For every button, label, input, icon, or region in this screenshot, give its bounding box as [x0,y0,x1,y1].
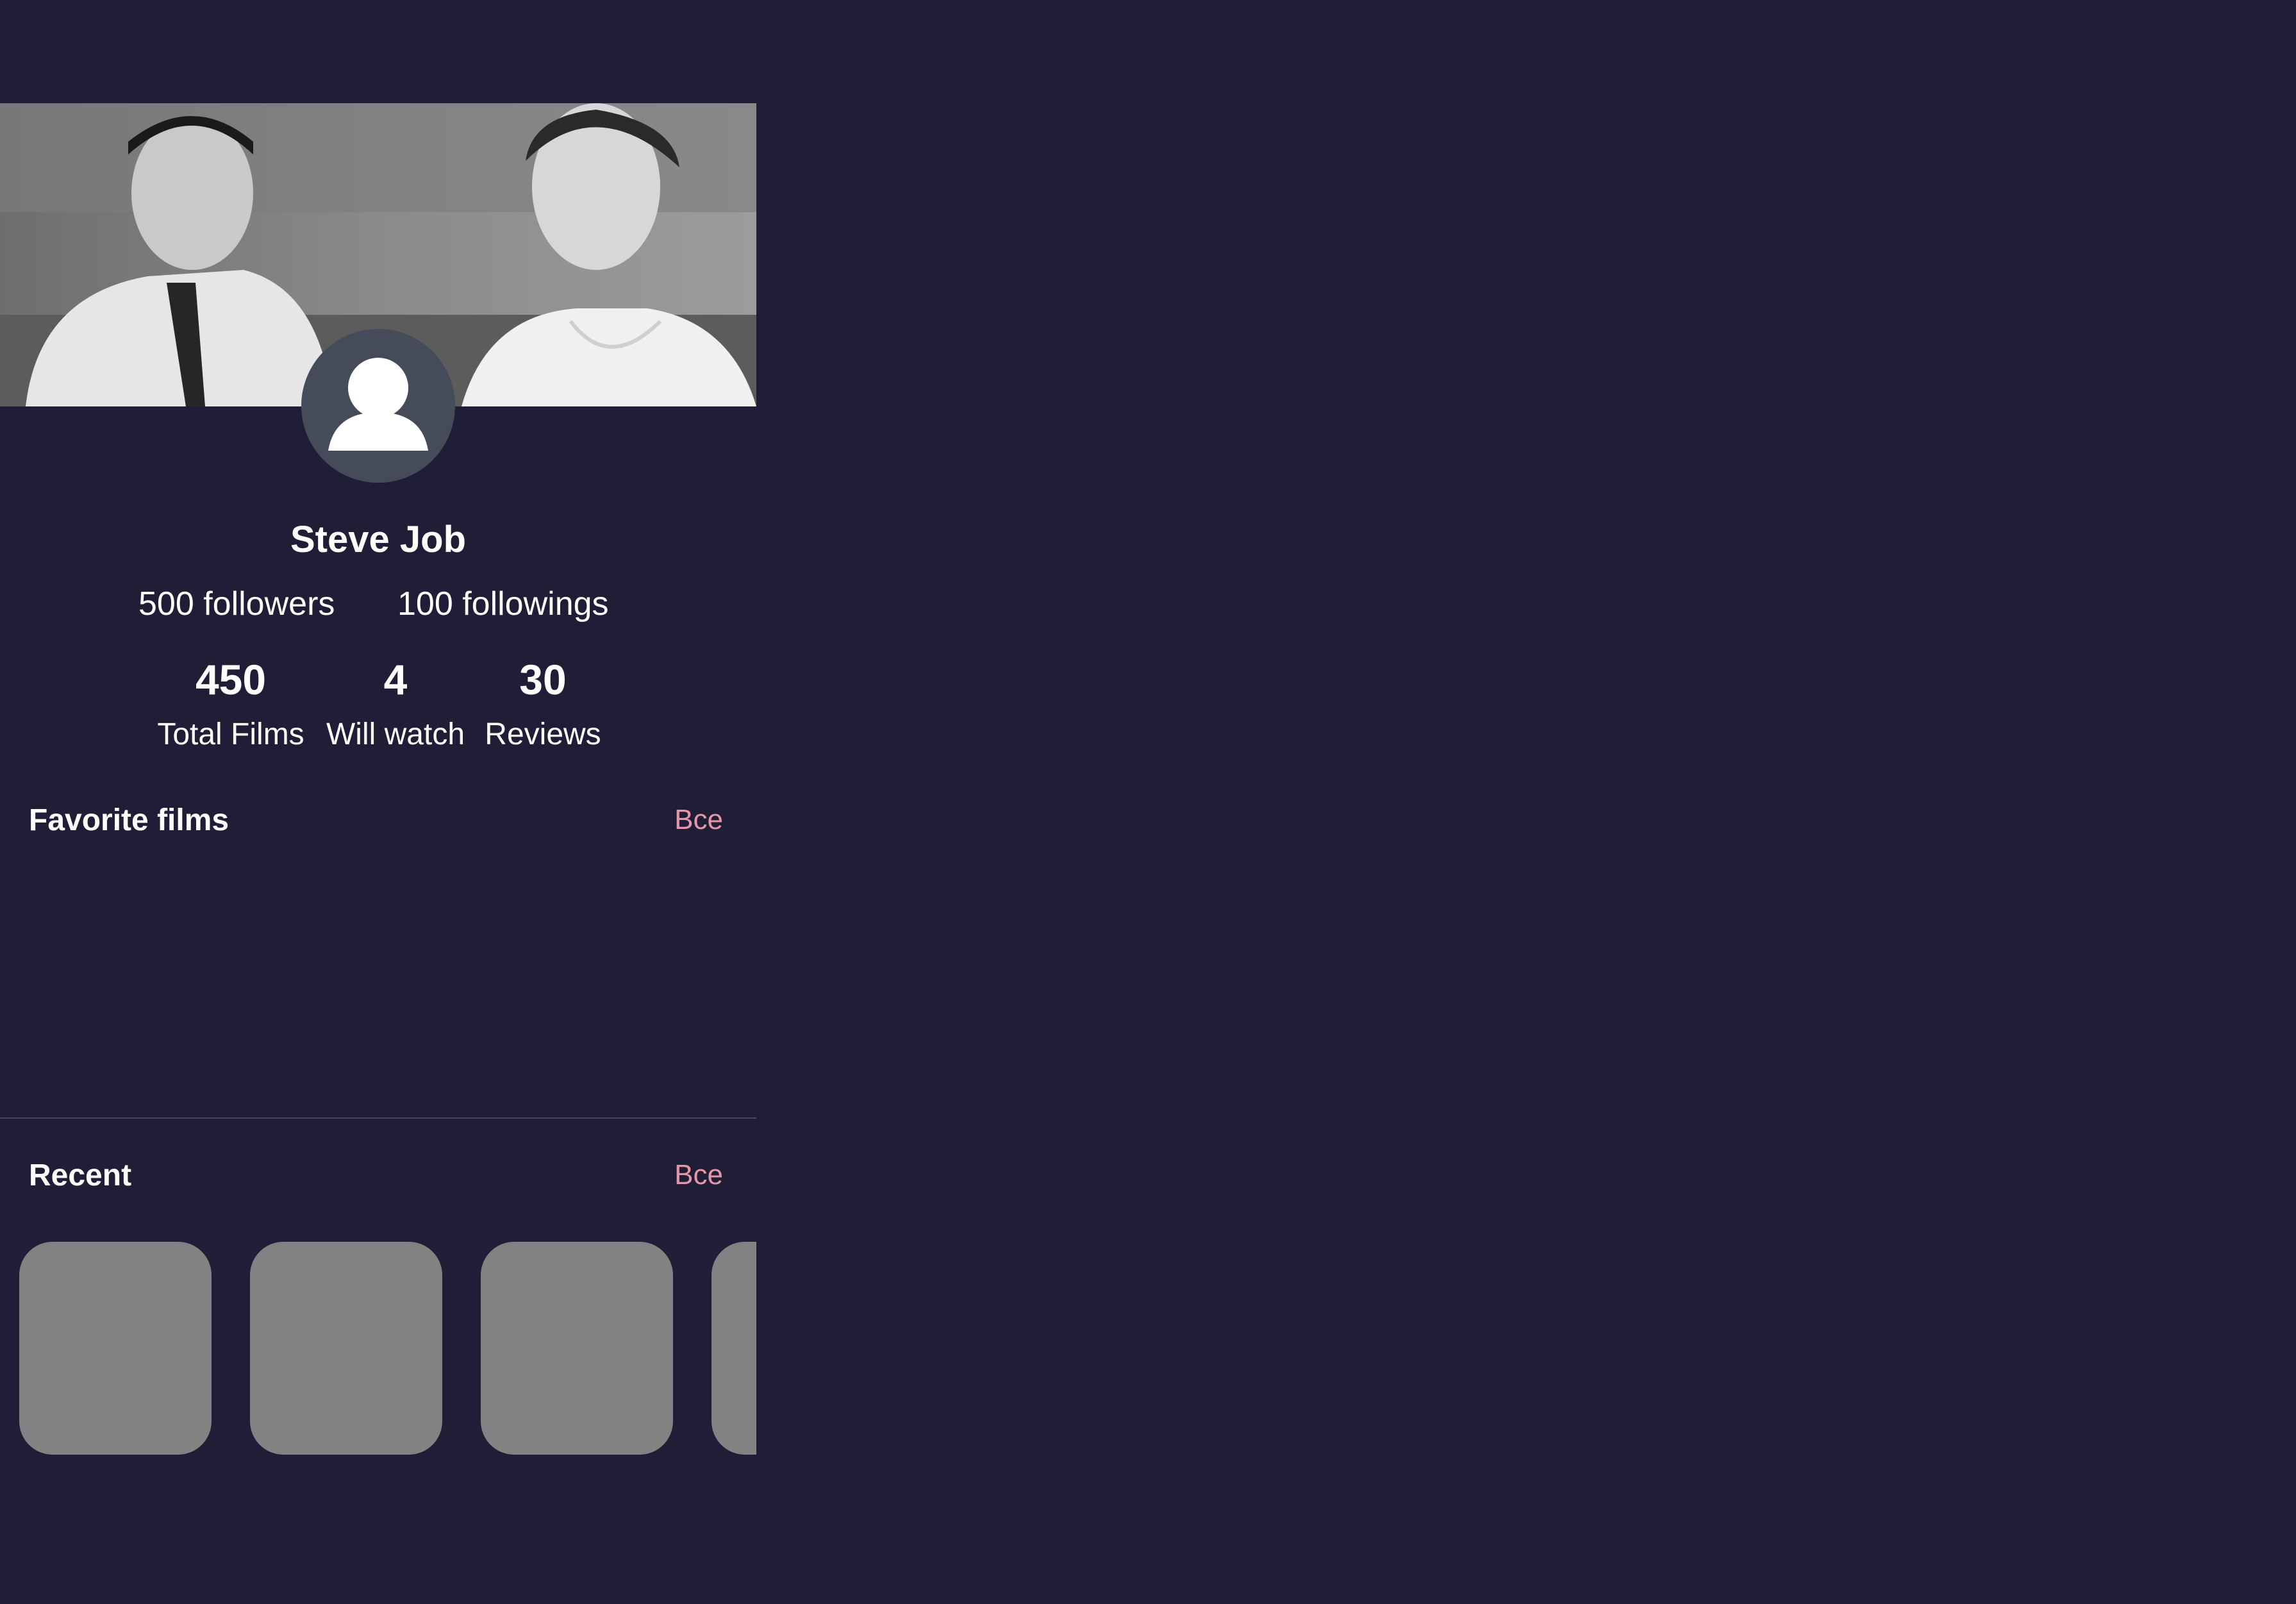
favorite-films-see-all-link[interactable]: Все [674,804,723,836]
divider [0,1117,756,1119]
recent-title: Recent [29,1158,132,1192]
favorite-films-title: Favorite films [29,803,229,837]
avatar[interactable] [301,329,455,483]
person-icon [328,354,428,451]
stat-reviews-label: Reviews [485,717,601,751]
profile-screen: Steve Job 500 followers 100 followings 4… [0,0,756,1604]
profile-name: Steve Job [290,519,466,560]
recent-item[interactable] [481,1242,673,1455]
recent-see-all-link[interactable]: Все [674,1159,723,1191]
recent-item[interactable] [711,1242,756,1455]
recent-list [0,1242,756,1455]
followers-link[interactable]: 500 followers [138,585,335,623]
followings-link[interactable]: 100 followings [397,585,609,623]
recent-item[interactable] [250,1242,442,1455]
recent-item[interactable] [19,1242,212,1455]
stat-reviews-value: 30 [519,656,567,703]
